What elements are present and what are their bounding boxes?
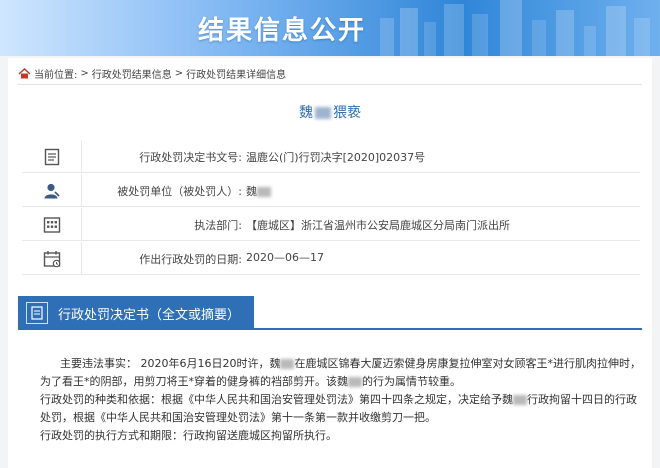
- field-label: 执法部门:: [194, 219, 242, 232]
- paragraph: 处罚，根据《中华人民共和国治安管理处罚法》第十一条第一款并收缴剪刀一把。: [40, 411, 436, 424]
- case-title-prefix: 魏: [299, 105, 313, 121]
- paragraph: 行政处罚的种类和依据：根据《中华人民共和国治安管理处罚法》第四十四条之规定，决定…: [40, 391, 640, 409]
- skyline-decoration: [380, 0, 650, 56]
- banner-title: 结果信息公开: [198, 16, 367, 46]
- field-label: 作出行政处罚的日期:: [139, 253, 242, 266]
- field-value: 温鹿公(门)行罚决字[2020]02037号: [246, 151, 426, 164]
- decision-section-title: 行政处罚决定书（全文或摘要）: [58, 307, 241, 323]
- breadcrumb-divider: [18, 84, 642, 85]
- redaction-mask: [513, 395, 527, 405]
- decision-section-header: 行政处罚决定书（全文或摘要）: [18, 296, 642, 330]
- breadcrumb-separator: >: [174, 68, 184, 79]
- document-icon: [44, 148, 59, 165]
- field-value: 魏: [246, 183, 271, 199]
- redaction-mask: [280, 359, 295, 369]
- breadcrumb-link-detail[interactable]: 行政处罚结果详细信息: [186, 66, 286, 81]
- field-value: 【鹿城区】浙江省温州市公安局鹿城区分局南门派出所: [246, 219, 510, 232]
- calendar-icon: [43, 250, 60, 267]
- field-label: 行政处罚决定书文号:: [139, 151, 242, 164]
- case-title-suffix: 猥亵: [333, 105, 361, 121]
- party-name: 魏: [246, 185, 257, 198]
- breadcrumb-link-results[interactable]: 行政处罚结果信息: [92, 66, 172, 81]
- breadcrumb-label: 当前位置:: [34, 70, 78, 81]
- text-segment: 行政处罚的种类和依据：根据《中华人民共和国治安管理处罚法》第四十四条之规定，决定…: [40, 393, 513, 406]
- decision-section-tab[interactable]: 行政处罚决定书（全文或摘要）: [18, 296, 254, 330]
- redaction-mask: [315, 107, 331, 119]
- breadcrumb-separator: >: [80, 68, 89, 79]
- home-icon: [18, 68, 31, 79]
- decision-full-text: 主要违法事实： 2020年6月16日20时许，魏 在鹿城区锦春大厦迈索健身房康复拉…: [40, 355, 641, 445]
- building-icon: [43, 216, 60, 233]
- case-title: 魏 猥亵: [0, 102, 660, 122]
- document-icon: [26, 302, 48, 324]
- field-row-penalized-party: 被处罚单位（被处罚人）: 魏: [22, 174, 640, 207]
- breadcrumb: 当前位置: > 行政处罚结果信息 > 行政处罚结果详细信息: [18, 66, 286, 81]
- paragraph: 主要违法事实： 2020年6月16日20时许，魏 在鹿城区锦春大厦迈索健身房康复拉…: [40, 355, 641, 373]
- text-segment: 主要违法事实： 2020年6月16日20时许，魏: [60, 357, 281, 370]
- text-segment: 行政拘留十四日的行政: [527, 393, 637, 406]
- header-banner: 结果信息公开: [0, 0, 660, 56]
- text-segment: 为了看王*的阴部，用剪刀将王*穿着的健身裤的裆部剪开。该魏: [40, 375, 348, 388]
- field-row-enforcement-department: 执法部门: 【鹿城区】浙江省温州市公安局鹿城区分局南门派出所: [22, 208, 640, 241]
- paragraph: 行政处罚的执行方式和期限：行政拘留送鹿城区拘留所执行。: [40, 429, 337, 442]
- field-value: 2020—06—17: [246, 251, 324, 264]
- field-row-penalty-date: 作出行政处罚的日期: 2020—06—17: [22, 242, 640, 275]
- redaction-mask: [257, 187, 271, 197]
- paragraph: 为了看王*的阴部，用剪刀将王*穿着的健身裤的裆部剪开。该魏 的行为属情节较重。: [40, 373, 640, 391]
- user-icon: [44, 183, 60, 198]
- redaction-mask: [348, 377, 362, 387]
- text-segment: 在鹿城区锦春大厦迈索健身房康复拉伸室对女顾客王*进行肌肉拉伸时，: [294, 357, 641, 370]
- field-label: 被处罚单位（被处罚人）:: [117, 185, 242, 198]
- text-segment: 的行为属情节较重。: [362, 375, 461, 388]
- field-row-decision-number: 行政处罚决定书文号: 温鹿公(门)行罚决字[2020]02037号: [22, 140, 640, 173]
